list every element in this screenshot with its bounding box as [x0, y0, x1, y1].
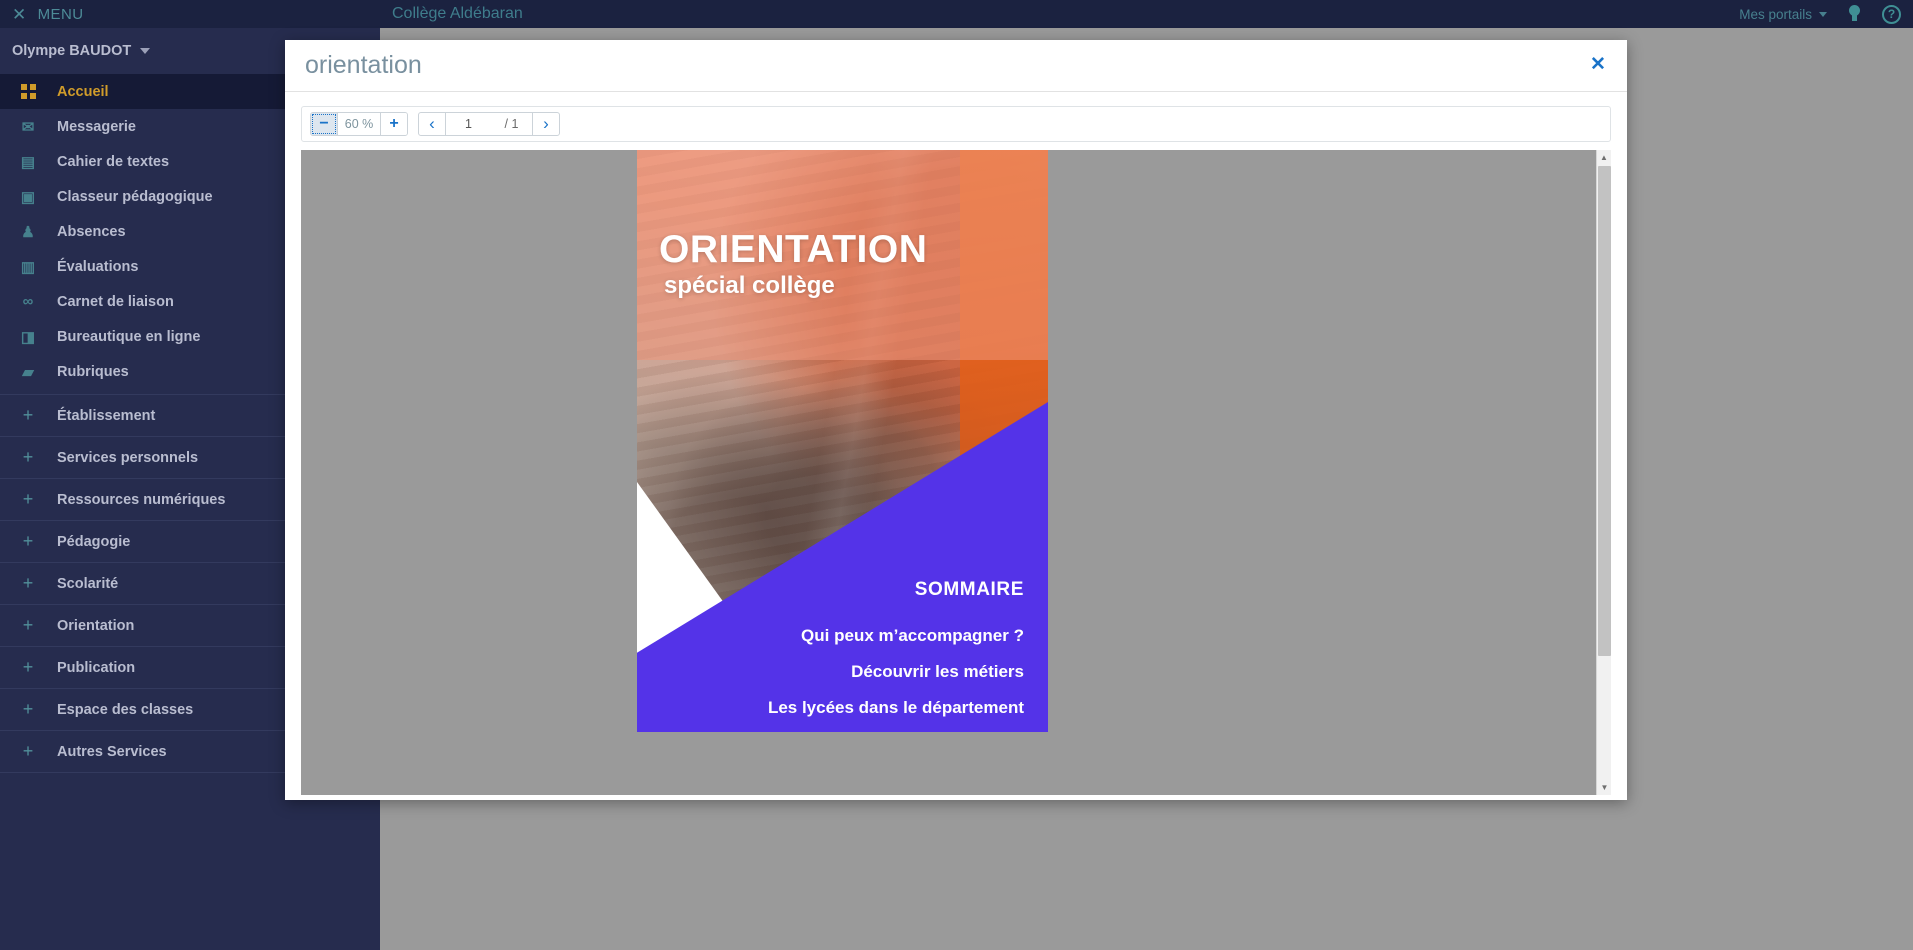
- chevron-left-icon[interactable]: ‹: [419, 113, 445, 135]
- sidebar-item-label: Accueil: [57, 83, 109, 100]
- modal-header: orientation ✕: [285, 40, 1627, 92]
- top-bar-actions: Mes portails ?: [1739, 0, 1901, 28]
- sidebar-item-label: Bureautique en ligne: [57, 328, 201, 345]
- sidebar-item-label: Absences: [57, 223, 126, 240]
- binder-icon: ▣: [20, 188, 36, 206]
- portals-label: Mes portails: [1739, 6, 1812, 22]
- document-title: ORIENTATION: [659, 228, 928, 271]
- close-x-icon: ✕: [12, 4, 27, 24]
- pdf-vertical-scrollbar[interactable]: ▲ ▼: [1596, 150, 1611, 795]
- sidebar-group-label: Autres Services: [57, 743, 167, 760]
- scrollbar-thumb[interactable]: [1598, 166, 1611, 656]
- close-x-icon[interactable]: ✕: [1583, 49, 1613, 79]
- help-question-icon[interactable]: ?: [1882, 4, 1901, 24]
- chevron-down-icon: [140, 48, 151, 54]
- menu-label: MENU: [37, 5, 84, 23]
- sommaire-item: Les lycées dans le département: [767, 698, 1024, 717]
- page-total-label: / 1: [491, 113, 533, 135]
- speech-bubble-icon: ▰: [22, 363, 34, 381]
- sidebar-group-label: Pédagogie: [57, 533, 131, 550]
- sommaire-item: Découvrir les métiers: [851, 662, 1024, 681]
- sidebar-item-label: Classeur pédagogique: [57, 188, 213, 205]
- sidebar-item-label: Cahier de textes: [57, 153, 170, 170]
- zoom-level-label: 60 %: [337, 113, 381, 135]
- plus-icon: +: [22, 699, 34, 719]
- portals-dropdown[interactable]: Mes portails: [1739, 7, 1827, 22]
- chevron-right-icon[interactable]: ›: [533, 113, 559, 135]
- sidebar-group-label: Ressources numériques: [57, 491, 226, 508]
- sommaire-list: Qui peux m’accompagner ? Découvrir les mé…: [768, 626, 1024, 718]
- zoom-out-button[interactable]: −: [311, 113, 337, 135]
- sommaire-heading: SOMMAIRE: [914, 579, 1024, 600]
- zoom-control-group: − 60 % +: [310, 112, 408, 136]
- triangle-up-icon[interactable]: ▲: [1597, 150, 1611, 165]
- sommaire-block: SOMMAIRE Qui peux m’accompagner ? Découvr…: [768, 579, 1024, 718]
- lightbulb-icon[interactable]: [1847, 5, 1862, 23]
- sidebar-item-label: Évaluations: [57, 258, 139, 275]
- page-number-input[interactable]: 1: [445, 113, 491, 135]
- sidebar-item-label: Carnet de liaison: [57, 293, 174, 310]
- plus-icon: +: [22, 657, 34, 677]
- user-name-label: Olympe BAUDOT: [12, 43, 132, 59]
- document-preview-modal: orientation ✕ − 60 % + ‹ 1 / 1 › ORIENTA…: [285, 40, 1627, 800]
- plus-icon: +: [22, 531, 34, 551]
- modal-title: orientation: [305, 51, 422, 79]
- page-nav-group: ‹ 1 / 1 ›: [418, 112, 560, 136]
- plus-icon: +: [22, 405, 34, 425]
- top-bar: ✕ MENU Collège Aldébaran Mes portails ?: [0, 0, 1913, 28]
- sidebar-item-label: Rubriques: [57, 363, 129, 380]
- pdf-toolbar: − 60 % + ‹ 1 / 1 ›: [301, 106, 1611, 142]
- sidebar-group-label: Services personnels: [57, 449, 199, 466]
- page-title: Collège Aldébaran: [392, 5, 523, 22]
- bar-chart-icon: ▥: [20, 258, 36, 276]
- sidebar-group-label: Orientation: [57, 617, 135, 634]
- zoom-in-button[interactable]: +: [381, 113, 407, 135]
- sidebar-group-label: Publication: [57, 659, 136, 676]
- sidebar-item-label: Messagerie: [57, 118, 136, 135]
- modal-body: − 60 % + ‹ 1 / 1 › ORIENTATION spécial c…: [285, 92, 1627, 809]
- link-icon: ∞: [22, 293, 34, 310]
- menu-toggle-button[interactable]: ✕ MENU: [0, 0, 380, 28]
- grid-icon: [18, 84, 38, 99]
- plus-icon: +: [22, 741, 34, 761]
- document-subtitle: spécial collège: [664, 272, 835, 299]
- plus-icon: +: [22, 573, 34, 593]
- envelope-icon: ✉: [21, 118, 35, 136]
- notebook-icon: ▤: [20, 153, 36, 171]
- office-doc-icon: ◨: [20, 328, 36, 346]
- people-icon: ♟: [21, 223, 35, 241]
- chevron-down-icon: [1819, 11, 1827, 17]
- triangle-down-icon[interactable]: ▼: [1597, 780, 1611, 795]
- pdf-viewport[interactable]: ORIENTATION spécial collège SOMMAIRE Qui…: [301, 150, 1611, 795]
- pdf-page-1: ORIENTATION spécial collège SOMMAIRE Qui…: [637, 150, 1048, 732]
- sidebar-group-label: Scolarité: [57, 575, 119, 592]
- sidebar-group-label: Établissement: [57, 407, 156, 424]
- plus-icon: +: [22, 447, 34, 467]
- sidebar-group-label: Espace des classes: [57, 701, 194, 718]
- sommaire-item: Qui peux m’accompagner ?: [801, 626, 1024, 645]
- plus-icon: +: [22, 489, 34, 509]
- plus-icon: +: [22, 615, 34, 635]
